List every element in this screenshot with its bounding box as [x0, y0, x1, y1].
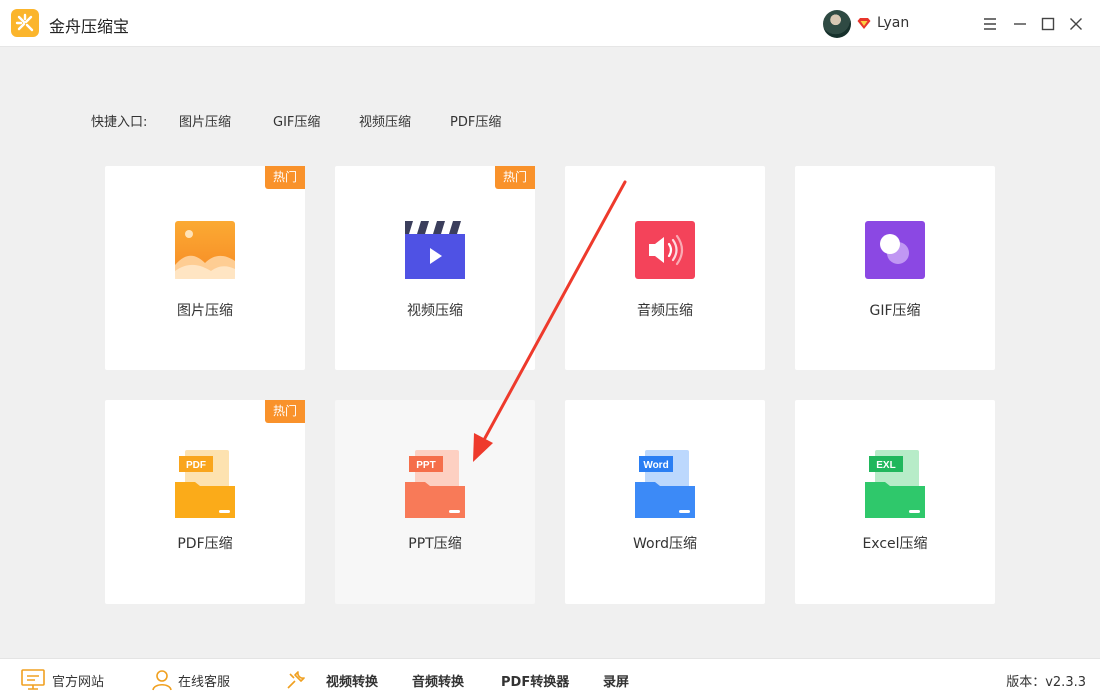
hot-badge: 热门: [495, 166, 535, 189]
minimize-button[interactable]: [1010, 14, 1030, 34]
card-label: Word压缩: [633, 536, 697, 552]
app-title: 金舟压缩宝: [49, 17, 130, 36]
tools-icon: [287, 671, 305, 689]
app-logo: [11, 9, 39, 37]
gif-bubble-icon: [865, 221, 925, 279]
avatar[interactable]: [823, 10, 851, 38]
svg-text:EXL: EXL: [876, 460, 895, 471]
online-service-link[interactable]: 在线客服: [178, 671, 230, 690]
card-label: GIF压缩: [869, 303, 921, 319]
title-bar: 金舟压缩宝 Lyan: [0, 0, 1100, 47]
audio-convert-link[interactable]: 音频转换: [412, 671, 464, 690]
shortcut-image-compress[interactable]: 图片压缩: [179, 111, 231, 130]
svg-text:PPT: PPT: [416, 460, 435, 471]
vip-diamond-icon[interactable]: [857, 16, 871, 30]
card-image-compress[interactable]: 热门 图片压缩: [105, 166, 305, 370]
version-label: 版本：v2.3.3: [1006, 675, 1086, 690]
card-ppt-compress[interactable]: PPT PPT压缩: [335, 400, 535, 604]
pdf-converter-link[interactable]: PDF转换器: [501, 671, 569, 690]
hamburger-menu-icon: [984, 18, 996, 30]
video-convert-link[interactable]: 视频转换: [326, 671, 378, 690]
maximize-icon: [1041, 17, 1055, 31]
shortcut-video-compress[interactable]: 视频压缩: [359, 111, 411, 130]
card-word-compress[interactable]: Word Word压缩: [565, 400, 765, 604]
shortcut-label: 快捷入口:: [91, 115, 148, 130]
hot-badge: 热门: [265, 166, 305, 189]
official-site-link[interactable]: 官方网站: [52, 671, 104, 690]
hot-badge: 热门: [265, 400, 305, 423]
word-folder-icon: Word: [635, 450, 695, 518]
card-video-compress[interactable]: 热门 视频压缩: [335, 166, 535, 370]
card-label: PDF压缩: [177, 536, 233, 552]
close-icon: [1070, 18, 1082, 30]
card-label: PPT压缩: [408, 536, 462, 552]
screen-record-link[interactable]: 录屏: [603, 671, 629, 690]
card-pdf-compress[interactable]: 热门 PDF PDF压缩: [105, 400, 305, 604]
minimize-icon: [1014, 23, 1026, 25]
card-label: Excel压缩: [862, 536, 928, 552]
ppt-folder-icon: PPT: [405, 450, 465, 518]
svg-text:Word: Word: [643, 460, 668, 471]
customer-service-icon: [152, 670, 172, 691]
maximize-button[interactable]: [1038, 14, 1058, 34]
card-label: 音频压缩: [637, 303, 693, 319]
svg-text:PDF: PDF: [186, 460, 206, 471]
pdf-folder-icon: PDF: [175, 450, 235, 518]
sparkle-logo-icon: [15, 13, 34, 32]
username[interactable]: Lyan: [877, 15, 909, 31]
shortcut-pdf-compress[interactable]: PDF压缩: [450, 111, 501, 130]
card-label: 图片压缩: [177, 303, 233, 319]
card-audio-compress[interactable]: 音频压缩: [565, 166, 765, 370]
card-gif-compress[interactable]: GIF压缩: [795, 166, 995, 370]
speaker-icon: [635, 221, 695, 279]
excel-folder-icon: EXL: [865, 450, 925, 518]
menu-button[interactable]: [980, 14, 1000, 34]
card-label: 视频压缩: [407, 303, 463, 319]
video-clapper-icon: [405, 221, 465, 279]
image-icon: [175, 221, 235, 279]
close-button[interactable]: [1066, 14, 1086, 34]
monitor-icon: [21, 669, 45, 690]
shortcut-gif-compress[interactable]: GIF压缩: [273, 111, 320, 130]
card-excel-compress[interactable]: EXL Excel压缩: [795, 400, 995, 604]
bottom-bar: 官方网站 在线客服 视频转换 音频转换 PDF转换器 录屏 版本：v2.3.3: [0, 658, 1100, 700]
